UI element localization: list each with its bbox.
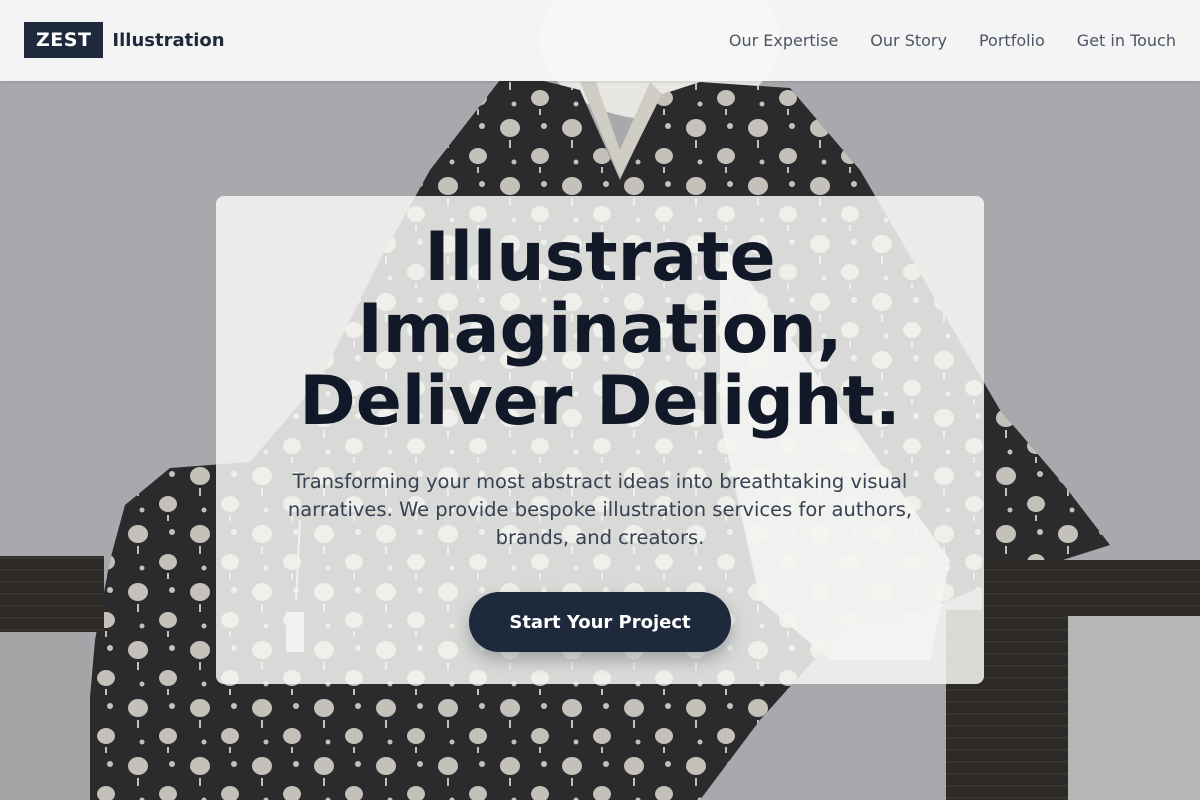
hero-subtitle: Transforming your most abstract ideas in…: [287, 470, 913, 549]
hero-title-line-3: Deliver Delight.: [299, 362, 901, 441]
nav-link-get-in-touch[interactable]: Get in Touch: [1077, 31, 1176, 50]
main-navigation: Our Expertise Our Story Portfolio Get in…: [697, 0, 1176, 81]
nav-link-our-story[interactable]: Our Story: [870, 31, 947, 50]
site-header: ZEST Illustration Our Expertise Our Stor…: [0, 0, 1200, 81]
brand-logo[interactable]: ZEST Illustration: [24, 22, 225, 58]
hero-card: Illustrate Imagination, Deliver Delight.…: [216, 196, 984, 684]
nav-link-portfolio[interactable]: Portfolio: [979, 31, 1045, 50]
landing-page: ZEST Illustration Our Expertise Our Stor…: [0, 0, 1200, 800]
hero-title-line-1: Illustrate: [424, 218, 776, 297]
hero-title-line-2: Imagination,: [357, 290, 843, 369]
start-project-button[interactable]: Start Your Project: [469, 592, 731, 652]
logo-mark: ZEST: [24, 22, 104, 58]
logo-wordmark: Illustration: [112, 29, 225, 51]
nav-link-our-expertise[interactable]: Our Expertise: [729, 31, 838, 50]
hero-title: Illustrate Imagination, Deliver Delight.: [236, 222, 964, 438]
